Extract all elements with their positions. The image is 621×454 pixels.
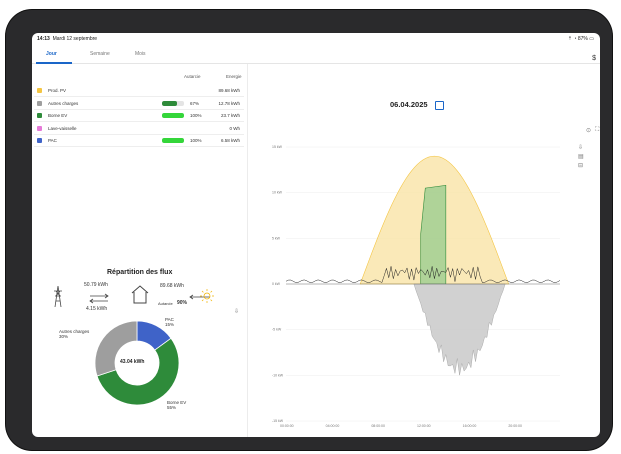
row-label: Autres charges	[48, 100, 79, 106]
autarcie-bar	[162, 113, 184, 118]
color-swatch	[37, 88, 42, 93]
row-label: Borne EV	[48, 113, 68, 118]
autarcie-label: Autarcie	[158, 301, 173, 306]
x-tick-label: 00:00:00	[280, 424, 294, 428]
row-energy: 0 Wh	[229, 125, 240, 131]
row-label: Lave-vaisselle	[48, 125, 77, 131]
y-tick-label: -10 kW	[272, 373, 284, 377]
y-tick-label: 15 kW	[272, 145, 283, 149]
tab-jour[interactable]: Jour	[46, 51, 57, 57]
row-energy: 23.7 kWh	[220, 113, 240, 118]
flows-diagram	[54, 285, 210, 308]
row-autarcie: 100%	[190, 113, 202, 118]
x-tick-label: 20:00:00	[508, 424, 522, 428]
row-energy: 89.68 kWh	[218, 88, 240, 93]
status-bar: 14:13 Mardi 12 septembre ⇡ ◔ 87% ▭	[32, 33, 600, 44]
table-row[interactable]: Autres charges 67% 12.78 kWh	[34, 98, 244, 110]
x-tick-label: 16:00:00	[463, 424, 477, 428]
color-swatch	[37, 113, 42, 118]
color-swatch	[37, 138, 42, 143]
period-tabs: Jour Semaine Mois	[32, 47, 600, 64]
export-icon[interactable]: ⇩	[234, 308, 239, 315]
table-row[interactable]: Prod. PV 89.68 kWh	[34, 85, 244, 97]
y-tick-label: -15 kW	[272, 419, 284, 423]
table-row[interactable]: PAC 100% 6.58 kWh	[34, 135, 244, 147]
row-label: PAC	[48, 138, 57, 143]
house-icon	[131, 285, 149, 304]
autarcie-value: 90%	[177, 300, 188, 306]
chart-panel: 06.04.2025 ⊙ ⛶ ⇩ ▤ ⊟ 15 kW 10 kW 5 kW 0 kW -…	[248, 64, 600, 437]
donut-label-borne: Borne EV 55%	[167, 400, 187, 410]
row-energy: 12.78 kWh	[218, 100, 240, 106]
pv-value: 89.68 kWh	[160, 283, 184, 289]
donut-label-pac: PAC 15%	[165, 317, 175, 327]
autarcie-bar	[162, 138, 184, 143]
pylon-icon	[54, 285, 62, 308]
x-tick-label: 08:00:00	[371, 424, 385, 428]
y-tick-label: 10 kW	[272, 191, 283, 195]
col-energie: Energie	[226, 74, 242, 79]
row-label: Prod. PV	[48, 88, 67, 93]
table-row[interactable]: Lave-vaisselle 0 Wh	[34, 123, 244, 135]
color-swatch	[37, 100, 42, 106]
sun-icon	[200, 289, 214, 303]
color-swatch	[37, 125, 42, 131]
row-energy: 6.58 kWh	[220, 138, 240, 143]
col-autarcie: Autarcie	[184, 74, 201, 79]
grid-in-value: 50.79 kWh	[84, 282, 108, 288]
tab-semaine[interactable]: Semaine	[90, 51, 110, 57]
app-screen: 14:13 Mardi 12 septembre ⇡ ◔ 87% ▭ Jour …	[32, 33, 600, 437]
x-tick-label: 04:00:00	[326, 424, 340, 428]
power-chart: 15 kW 10 kW 5 kW 0 kW -5 kW -10 kW -15 kW00:00…	[272, 145, 561, 428]
y-tick-label: 5 kW	[272, 236, 281, 240]
flows-title: Répartition des flux	[107, 269, 173, 276]
status-battery: ⇡ ◔ 87% ▭	[567, 36, 594, 42]
donut-center: 43.04 kWh	[120, 359, 145, 365]
y-tick-label: 0 kW	[272, 282, 281, 286]
table-row[interactable]: Borne EV 100% 23.7 kWh	[34, 110, 244, 122]
donut-slice-autres	[94, 320, 138, 377]
series-borne-ev	[420, 185, 447, 285]
y-tick-label: -5 kW	[272, 328, 282, 332]
row-autarcie: 67%	[190, 100, 200, 106]
status-time: 14:13 Mardi 12 septembre	[37, 36, 98, 42]
row-autarcie: 100%	[190, 138, 202, 143]
tab-mois[interactable]: Mois	[135, 51, 146, 57]
arrows-grid	[89, 293, 109, 304]
grid-out-value: 4.15 kWh	[86, 306, 108, 312]
x-tick-label: 12:00:00	[417, 424, 431, 428]
donut-label-autres: Autres charges 30%	[59, 329, 90, 339]
autarcie-bar	[162, 100, 184, 106]
currency-button[interactable]: $	[592, 55, 596, 62]
